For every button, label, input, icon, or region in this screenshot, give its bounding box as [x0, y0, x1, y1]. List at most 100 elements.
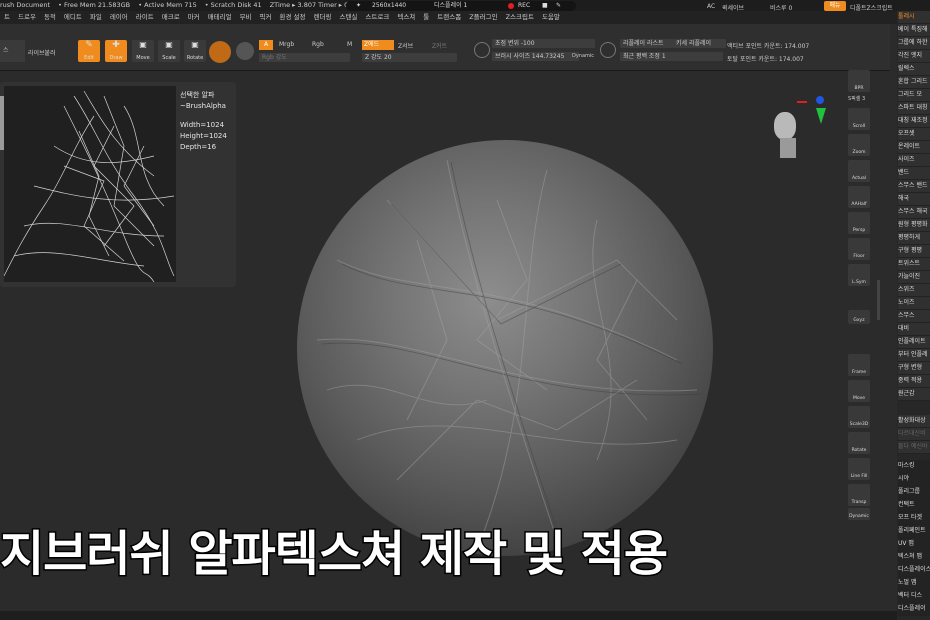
menu-toggle-button[interactable]: 메뉴	[824, 1, 846, 11]
menu-item[interactable]: 매테리얼	[204, 11, 236, 24]
replay-last-button[interactable]: 리플레이 라스트	[620, 39, 673, 48]
menu-item[interactable]: Z스크립트	[502, 11, 538, 24]
panel-item[interactable]: 해국	[898, 193, 930, 206]
see-through-slider[interactable]: 비스루 0	[770, 3, 792, 12]
subtool-item[interactable]: 마스킹	[898, 460, 930, 473]
quicksave-button[interactable]: 퀵세이브	[722, 3, 744, 12]
focal-shift-slider[interactable]: 초점 변위 -100	[492, 39, 595, 48]
panel-item[interactable]: 오프셋	[898, 128, 930, 141]
panel-item[interactable]: 사이즈	[898, 154, 930, 167]
panel-item[interactable]: 릴렉스	[898, 63, 930, 76]
pencil-icon[interactable]: ✎	[556, 1, 561, 11]
menu-item[interactable]: 픽커	[256, 11, 276, 24]
draw-size-slider[interactable]: 브러시 사이즈 144.73245	[492, 52, 579, 61]
draw-button[interactable]: ✚ Draw	[105, 40, 127, 62]
panel-item[interactable]: 평평하게	[898, 232, 930, 245]
menu-item[interactable]: 파일	[86, 11, 106, 24]
menu-item[interactable]: 스트로크	[361, 11, 393, 24]
rotate-button[interactable]: ▣ Rotate	[184, 40, 206, 62]
xyz-button[interactable]: Gxyz	[848, 310, 870, 324]
panel-item[interactable]: 부터 인플레	[898, 349, 930, 362]
panel-item[interactable]: 구형 변형	[898, 362, 930, 375]
panel-item[interactable]: 트위스트	[898, 258, 930, 271]
panel-item[interactable]: 대비	[898, 323, 930, 336]
panel-item[interactable]: 원형 평평화	[898, 219, 930, 232]
lsym-button[interactable]: L.Sym	[848, 264, 870, 286]
navigation-head-gizmo[interactable]	[770, 110, 806, 164]
sculpted-sphere[interactable]	[297, 140, 713, 556]
panel-item[interactable]: 인플레이트	[898, 336, 930, 349]
panel-item[interactable]: 스파트 대칭	[898, 102, 930, 115]
frame-button[interactable]: Frame	[848, 354, 870, 376]
menu-item[interactable]: 텍스쳐	[393, 11, 419, 24]
move-button[interactable]: ▣ Move	[132, 40, 154, 62]
subtool-item[interactable]: 디스플레이	[898, 603, 930, 616]
bpr-button[interactable]: BPR	[848, 70, 870, 92]
panel-item[interactable]: 스위즈	[898, 284, 930, 297]
panel-item[interactable]: 활성화대상	[898, 415, 930, 428]
replay-icon[interactable]	[600, 42, 616, 58]
floor-button[interactable]: Floor	[848, 238, 870, 260]
menu-item[interactable]: 트랜스폼	[433, 11, 465, 24]
menu-item[interactable]: 레이어	[106, 11, 132, 24]
subtool-item[interactable]: 벡터 디스	[898, 590, 930, 603]
menu-item[interactable]: 매크로	[158, 11, 184, 24]
zoom-button[interactable]: Zoom	[848, 134, 870, 156]
menu-item[interactable]: 동적	[40, 11, 60, 24]
panel-item[interactable]: 스무스 밴드	[898, 180, 930, 193]
record-icon[interactable]	[508, 3, 514, 9]
subtool-item[interactable]: 폴리그룹	[898, 486, 930, 499]
rgb-toggle[interactable]: Rgb	[312, 41, 324, 48]
pin-icon[interactable]: ✦	[356, 1, 361, 11]
panel-item[interactable]: 베이 특징해	[898, 24, 930, 37]
material-sphere-icon[interactable]	[209, 41, 231, 63]
dynamic-toggle[interactable]: Dynamic	[572, 53, 594, 59]
rec-label[interactable]: REC	[518, 1, 530, 11]
edit-button[interactable]: ✎ Edit	[78, 40, 100, 62]
panel-item[interactable]: 온레이트	[898, 141, 930, 154]
zadd-toggle[interactable]: Z에드	[362, 40, 394, 50]
panel-item[interactable]: 툴레시	[898, 11, 930, 24]
menu-item[interactable]: 드로우	[14, 11, 40, 24]
zcut-toggle[interactable]: Z커트	[432, 41, 447, 50]
menu-item[interactable]: 에디트	[60, 11, 86, 24]
persp-button[interactable]: Persp	[848, 212, 870, 234]
camera-icon[interactable]: ■	[542, 1, 548, 11]
panel-item[interactable]: 스무스 해국	[898, 206, 930, 219]
panel-item[interactable]: 그룹에 하한	[898, 37, 930, 50]
menu-item[interactable]: 트	[0, 11, 14, 24]
panel-item[interactable]: 가늘이진	[898, 271, 930, 284]
rgb-intensity-slider[interactable]: Rgb 강도	[259, 53, 350, 62]
scroll-button[interactable]: Scroll	[848, 108, 870, 130]
record-slider[interactable]: 최근 평백 조정 1	[620, 52, 723, 61]
scale-button[interactable]: ▣ Scale	[158, 40, 180, 62]
panel-item[interactable]: 다르대신비	[898, 428, 930, 441]
replay-last-rel-button[interactable]: 키세 리플레이	[673, 39, 726, 48]
panel-item[interactable]: 노이즈	[898, 297, 930, 310]
m-toggle[interactable]: M	[347, 41, 352, 48]
panel-item[interactable]: 대칭 재조정	[898, 115, 930, 128]
panel-item[interactable]: 각진 엣지	[898, 50, 930, 63]
z-intensity-slider[interactable]: Z 강도 20	[362, 53, 457, 62]
menu-item[interactable]: 환경 설정	[276, 11, 310, 24]
subtool-item[interactable]: 컨택트	[898, 499, 930, 512]
lightbox-button[interactable]: 라이브붙러	[28, 48, 56, 57]
panel-item[interactable]: 구형 평평	[898, 245, 930, 258]
panel-item[interactable]: 밴드	[898, 167, 930, 180]
menu-item[interactable]: 무비	[236, 11, 256, 24]
menu-item[interactable]: 도움말	[538, 11, 564, 24]
zsub-toggle[interactable]: Z서브	[398, 41, 413, 50]
move-view-button[interactable]: Move	[848, 380, 870, 402]
right-scrollbar[interactable]	[877, 280, 880, 320]
mrgb-toggle[interactable]: Mrgb	[279, 41, 294, 48]
panel-item[interactable]: 스무스	[898, 310, 930, 323]
a-toggle[interactable]: A	[259, 40, 273, 50]
menu-item[interactable]: 마커	[184, 11, 204, 24]
tool-slot[interactable]: 스	[0, 40, 25, 62]
panel-item[interactable]: 혼합 그리드	[898, 76, 930, 89]
scale3d-button[interactable]: Scale3D	[848, 406, 870, 428]
panel-item[interactable]: 원근감	[898, 388, 930, 401]
spix-slider[interactable]: S픽셀 3	[848, 95, 865, 102]
transp-button[interactable]: Transp	[848, 484, 870, 506]
linefill-button[interactable]: Line Fill	[848, 458, 870, 480]
